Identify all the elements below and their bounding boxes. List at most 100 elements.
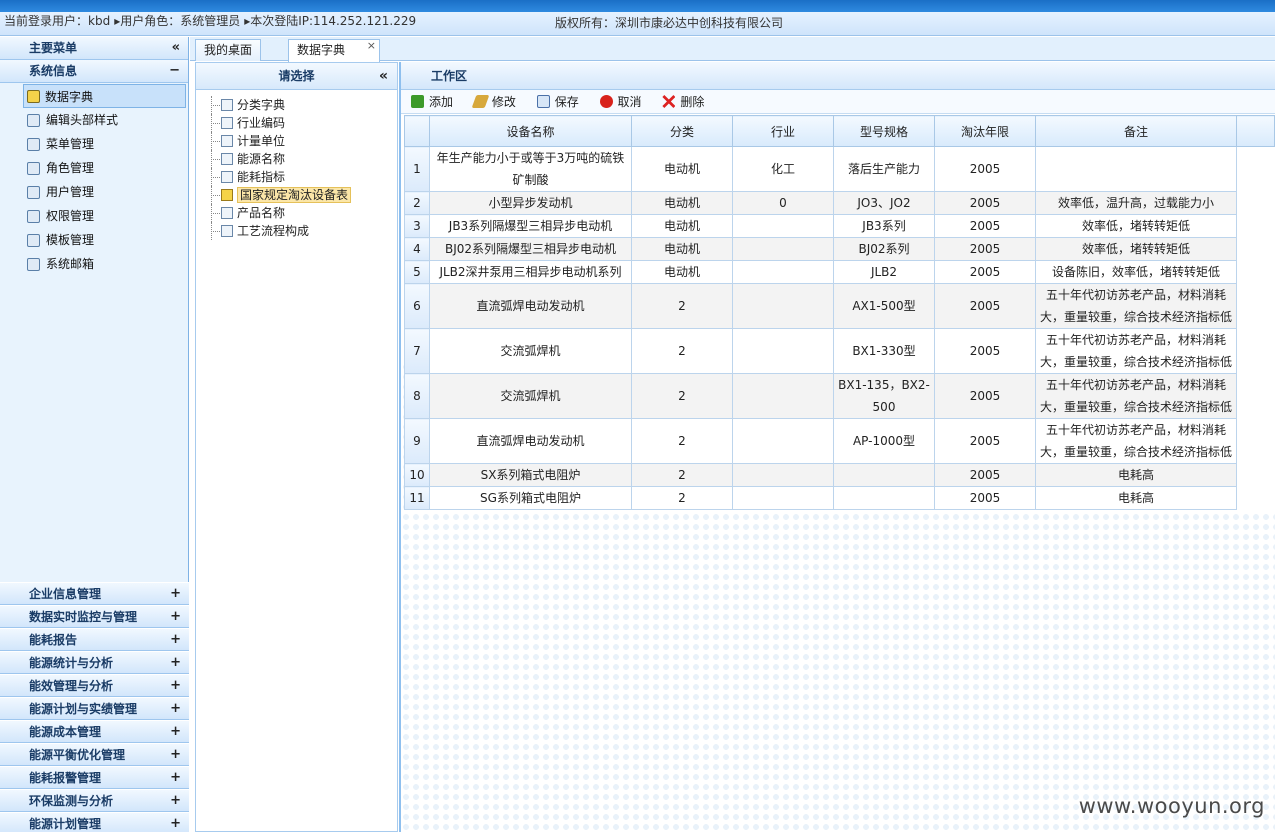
table-cell[interactable]: 2005 [934,486,1036,510]
close-tab-icon[interactable]: × [367,36,376,56]
sidebar-item[interactable]: 菜单管理 [0,132,188,156]
sidebar-item[interactable]: 用户管理 [0,180,188,204]
tab-data-dictionary[interactable]: 数据字典 × [288,39,380,62]
sidebar-item[interactable]: 编辑头部样式 [0,108,188,132]
table-cell[interactable] [732,214,834,238]
table-cell[interactable]: 2005 [934,237,1036,261]
table-row[interactable]: 8 交流弧焊机 2 BX1-135，BX2-500 2005 五十年代初访苏老产品，材料消… [404,373,1275,419]
table-cell[interactable]: BJ02系列 [833,237,935,261]
table-cell[interactable]: 0 [732,191,834,215]
table-cell[interactable]: 效率低，堵转转矩低 [1035,214,1237,238]
table-cell[interactable]: 2 [631,486,733,510]
table-cell[interactable]: 年生产能力小于或等于3万吨的硫铁矿制酸 [429,146,632,192]
table-row[interactable]: 3 JB3系列隔爆型三相异步电动机 电动机 JB3系列 2005 效率低，堵转转矩低 [404,214,1275,238]
table-cell[interactable]: AP-1000型 [833,418,935,464]
table-cell[interactable]: 效率低，堵转转矩低 [1035,237,1237,261]
table-cell[interactable] [732,486,834,510]
col-header[interactable]: 淘汰年限 [934,115,1036,147]
table-cell[interactable]: JB3系列 [833,214,935,238]
cancel-button[interactable]: 取消 [599,90,642,114]
table-cell[interactable]: 2005 [934,146,1036,192]
tree-node[interactable]: 国家规定淘汰设备表 [196,186,397,204]
table-cell[interactable]: 2 [631,463,733,487]
module-group[interactable]: 企业信息管理 + [0,582,189,605]
table-cell[interactable]: 化工 [732,146,834,192]
expand-plus-icon[interactable]: + [170,652,181,674]
module-group[interactable]: 能效管理与分析 + [0,674,189,697]
table-cell[interactable]: 交流弧焊机 [429,373,632,419]
table-cell[interactable]: 效率低，温升高，过载能力小 [1035,191,1237,215]
sidebar-item[interactable]: 系统邮箱 [0,252,188,276]
table-cell[interactable] [1035,146,1237,192]
table-cell[interactable] [732,373,834,419]
tree-node[interactable]: 计量单位 [196,132,397,150]
table-cell[interactable]: 直流弧焊电动发动机 [429,418,632,464]
table-cell[interactable]: 电动机 [631,146,733,192]
table-cell[interactable]: 设备陈旧，效率低，堵转转矩低 [1035,260,1237,284]
table-cell[interactable]: JO3、JO2 [833,191,935,215]
tree-node[interactable]: 行业编码 [196,114,397,132]
table-cell[interactable] [732,463,834,487]
table-row[interactable]: 9 直流弧焊电动发动机 2 AP-1000型 2005 五十年代初访苏老产品，材料消耗大，… [404,418,1275,464]
collapse-section-icon[interactable]: − [169,60,180,82]
table-row[interactable]: 2 小型异步发动机 电动机 0 JO3、JO2 2005 效率低，温升高，过载能力小 [404,191,1275,215]
col-header[interactable]: 备注 [1035,115,1237,147]
table-cell[interactable]: 直流弧焊电动发动机 [429,283,632,329]
table-row[interactable]: 10 SX系列箱式电阻炉 2 2005 电耗高 [404,463,1275,487]
table-cell[interactable]: 电耗高 [1035,486,1237,510]
table-cell[interactable] [732,328,834,374]
table-cell[interactable]: 2005 [934,214,1036,238]
col-header[interactable]: 型号规格 [833,115,935,147]
table-cell[interactable]: BX1-135，BX2-500 [833,373,935,419]
table-cell[interactable] [732,283,834,329]
table-cell[interactable] [732,237,834,261]
table-row[interactable]: 11 SG系列箱式电阻炉 2 2005 电耗高 [404,486,1275,510]
table-row[interactable]: 1 年生产能力小于或等于3万吨的硫铁矿制酸 电动机 化工 落后生产能力 2005 [404,146,1275,192]
col-header[interactable]: 设备名称 [429,115,632,147]
sidebar-item[interactable]: 数据字典 [23,84,186,108]
save-button[interactable]: 保存 [536,90,579,114]
col-header[interactable]: 行业 [732,115,834,147]
table-cell[interactable] [732,260,834,284]
table-cell[interactable]: 电动机 [631,191,733,215]
expand-plus-icon[interactable]: + [170,629,181,651]
tree-node[interactable]: 能耗指标 [196,168,397,186]
table-cell[interactable]: 2 [631,283,733,329]
table-cell[interactable]: 2005 [934,283,1036,329]
table-cell[interactable]: BJ02系列隔爆型三相异步电动机 [429,237,632,261]
table-cell[interactable]: 2005 [934,418,1036,464]
module-group[interactable]: 能源统计与分析 + [0,651,189,674]
expand-plus-icon[interactable]: + [170,606,181,628]
section-system-info[interactable]: 系统信息 − [0,60,188,83]
module-group[interactable]: 数据实时监控与管理 + [0,605,189,628]
table-cell[interactable]: 交流弧焊机 [429,328,632,374]
table-cell[interactable]: JB3系列隔爆型三相异步电动机 [429,214,632,238]
table-cell[interactable]: 五十年代初访苏老产品，材料消耗大，重量较重，综合技术经济指标低 [1035,328,1237,374]
edit-button[interactable]: 修改 [471,90,516,114]
table-row[interactable]: 7 交流弧焊机 2 BX1-330型 2005 五十年代初访苏老产品，材料消耗大，重量较重… [404,328,1275,374]
module-group[interactable]: 能源计划管理 + [0,812,189,832]
table-cell[interactable]: 电动机 [631,214,733,238]
table-cell[interactable]: BX1-330型 [833,328,935,374]
module-group[interactable]: 能源平衡优化管理 + [0,743,189,766]
table-cell[interactable]: 2005 [934,463,1036,487]
expand-plus-icon[interactable]: + [170,583,181,605]
table-cell[interactable]: 2 [631,373,733,419]
table-row[interactable]: 6 直流弧焊电动发动机 2 AX1-500型 2005 五十年代初访苏老产品，材料消耗大，… [404,283,1275,329]
table-cell[interactable]: SG系列箱式电阻炉 [429,486,632,510]
table-cell[interactable]: 2005 [934,260,1036,284]
expand-plus-icon[interactable]: + [170,675,181,697]
table-cell[interactable]: 2 [631,418,733,464]
expand-plus-icon[interactable]: + [170,721,181,743]
module-group[interactable]: 环保监测与分析 + [0,789,189,812]
table-cell[interactable]: AX1-500型 [833,283,935,329]
table-row[interactable]: 5 JLB2深井泵用三相异步电动机系列 电动机 JLB2 2005 设备陈旧，效率低，堵转… [404,260,1275,284]
expand-plus-icon[interactable]: + [170,698,181,720]
tree-node[interactable]: 分类字典 [196,96,397,114]
table-cell[interactable]: 2 [631,328,733,374]
table-cell[interactable]: 五十年代初访苏老产品，材料消耗大，重量较重，综合技术经济指标低 [1035,283,1237,329]
table-cell[interactable]: 2005 [934,373,1036,419]
sidebar-item[interactable]: 权限管理 [0,204,188,228]
table-cell[interactable] [833,463,935,487]
tree-node[interactable]: 工艺流程构成 [196,222,397,240]
